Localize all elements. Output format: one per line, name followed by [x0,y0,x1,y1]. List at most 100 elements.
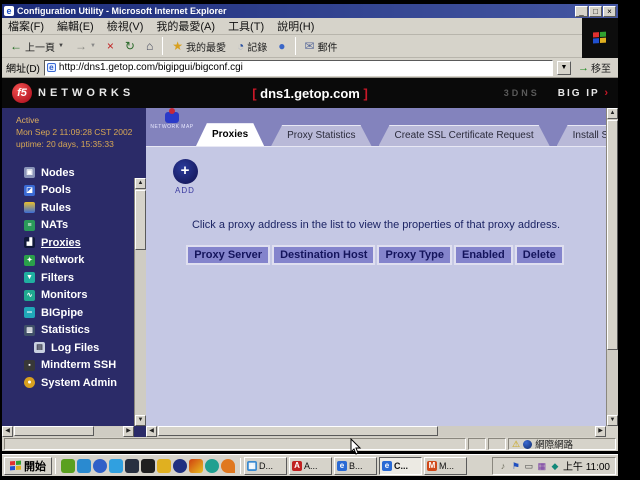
quicklaunch-icon-8[interactable] [173,459,187,473]
sidebar-vertical-scrollbar[interactable]: ▲ ▼ [134,178,146,426]
system-status: Active Mon Sep 2 11:09:28 CST 2002 uptim… [2,108,134,150]
content-vertical-scrollbar[interactable]: ▲ ▼ [606,108,618,426]
sidebar-item-bigpipe[interactable]: ═BIGpipe [2,304,134,322]
sidebar-item-system-admin[interactable]: ●System Admin [2,374,134,392]
sidebar-item-mindterm-ssh[interactable]: ▪Mindterm SSH [2,357,134,375]
tab-proxy-statistics[interactable]: Proxy Statistics [271,125,371,146]
f5-header: f5 NETWORKS [ dns1.getop.com ] 3DNS BIG … [2,78,618,108]
sidebar-hscroll-thumb[interactable] [14,426,94,436]
internet-zone-icon [523,440,532,449]
quicklaunch-icon-11[interactable] [221,459,235,473]
scroll-right-icon[interactable]: ▶ [595,426,606,437]
close-button[interactable]: × [603,6,616,17]
quicklaunch-icon-10[interactable] [205,459,219,473]
menu-help[interactable]: 說明(H) [277,18,314,34]
taskbar-separator [240,458,241,474]
sidebar-scroll-thumb[interactable] [135,190,146,250]
monitors-icon: ∿ [24,290,35,301]
quicklaunch-icon-5[interactable] [125,459,139,473]
title-bar[interactable]: e Configuration Utility - Microsoft Inte… [2,4,618,18]
maximize-button[interactable]: □ [589,6,602,17]
scroll-down-icon[interactable]: ▼ [135,415,146,426]
mail-button[interactable]: ✉ 郵件 [301,37,342,56]
network-map-button[interactable]: NETWORK MAP [150,110,194,144]
content-hscroll-thumb[interactable] [158,426,438,436]
menu-tools[interactable]: 工具(T) [228,18,264,34]
sidebar-item-pools[interactable]: ◪Pools [2,182,134,200]
scroll-up-icon[interactable]: ▲ [607,108,618,119]
quicklaunch-icon-6[interactable] [141,459,155,473]
status-pane [488,438,506,450]
content-scroll-thumb[interactable] [607,120,618,350]
sidebar-menu: ▣Nodes ◪Pools Rules ≡NATs ▟Proxies ✦Netw… [2,164,134,392]
task-button-3[interactable]: eB... [334,457,377,475]
history-button[interactable]: ◔ 記錄 [233,37,271,56]
tab-create-ssl-certificate-request[interactable]: Create SSL Certificate Request [379,125,550,146]
system-admin-icon: ● [24,377,35,388]
tray-app-icon-2[interactable]: ◆ [550,461,560,471]
display-icon[interactable]: ▭ [524,461,534,471]
mail-app-icon: M [427,461,437,471]
back-button[interactable]: ← 上一頁 ▼ [6,37,68,56]
sidebar-item-nodes[interactable]: ▣Nodes [2,164,134,182]
scroll-left-icon[interactable]: ◀ [146,426,157,437]
sidebar-item-statistics[interactable]: ▥Statistics [2,322,134,340]
address-input[interactable]: e http://dns1.getop.com/bigipgui/bigconf… [44,60,553,76]
add-label: ADD [170,186,200,195]
favorites-button[interactable]: ★ 我的最愛 [168,37,230,56]
volume-icon[interactable]: ♪ [498,461,508,471]
column-destination-host: Destination Host [272,245,375,265]
stop-button[interactable]: × [103,37,118,56]
scroll-left-icon[interactable]: ◀ [2,426,13,437]
quicklaunch-icon-4[interactable] [109,459,123,473]
sidebar-item-rules[interactable]: Rules [2,199,134,217]
tab-proxies[interactable]: Proxies [196,123,264,146]
status-message-pane [4,438,466,450]
quicklaunch-icon-2[interactable] [77,459,91,473]
scroll-up-icon[interactable]: ▲ [135,178,146,189]
go-icon: → [578,62,589,74]
content-horizontal-scrollbar[interactable]: ◀ ▶ [146,426,606,437]
menu-favorites[interactable]: 我的最愛(A) [156,18,215,34]
minimize-button[interactable]: _ [575,6,588,17]
menu-edit[interactable]: 編輯(E) [57,18,94,34]
task-button-4-active[interactable]: eC... [379,457,422,475]
start-button[interactable]: 開始 [4,457,52,475]
sidebar-horizontal-scrollbar[interactable]: ◀ ▶ [2,426,134,437]
app-area: Active Mon Sep 2 11:09:28 CST 2002 uptim… [2,108,618,437]
add-proxy-button[interactable]: + ADD [170,159,200,195]
media-button[interactable]: ● [274,37,289,56]
home-button[interactable]: ⌂ [142,37,157,56]
quicklaunch-icon-9[interactable] [189,459,203,473]
proxies-panel: + ADD Click a proxy address in the list … [146,146,606,426]
network-status-icon[interactable]: ⚑ [511,461,521,471]
menu-file[interactable]: 檔案(F) [8,18,44,34]
task-button-1[interactable]: ▦D... [244,457,287,475]
sidebar-item-filters[interactable]: ▼Filters [2,269,134,287]
sidebar-item-proxies[interactable]: ▟Proxies [2,234,134,252]
tray-app-icon[interactable]: ▦ [537,461,547,471]
task-button-5[interactable]: MM... [424,457,467,475]
tab-install-ssl-certificate[interactable]: Install SSL Certif [557,125,606,146]
address-dropdown-button[interactable]: ▼ [557,61,571,75]
refresh-button[interactable]: ↻ [121,37,139,56]
sidebar-item-network[interactable]: ✦Network [2,252,134,270]
quicklaunch-icon-7[interactable] [157,459,171,473]
forward-button[interactable]: → ▼ [71,37,100,56]
hostname: dns1.getop.com [260,86,360,101]
task-button-2[interactable]: AA... [289,457,332,475]
quicklaunch-icon-1[interactable] [61,459,75,473]
go-button[interactable]: → 移至 [575,60,614,75]
sidebar-item-monitors[interactable]: ∿Monitors [2,287,134,305]
sidebar-item-log-files[interactable]: ▤Log Files [2,339,134,357]
scroll-down-icon[interactable]: ▼ [607,415,618,426]
quicklaunch-icon-3[interactable] [93,459,107,473]
content-frame: NETWORK MAP Proxies Proxy Statistics Cre… [146,108,618,437]
column-proxy-server: Proxy Server [186,245,270,265]
sidebar-item-nats[interactable]: ≡NATs [2,217,134,235]
menu-view[interactable]: 檢視(V) [107,18,144,34]
product-3dns: 3DNS [504,88,540,98]
ie-icon: e [337,461,347,471]
scroll-right-icon[interactable]: ▶ [123,426,134,437]
status-active: Active [16,114,134,126]
